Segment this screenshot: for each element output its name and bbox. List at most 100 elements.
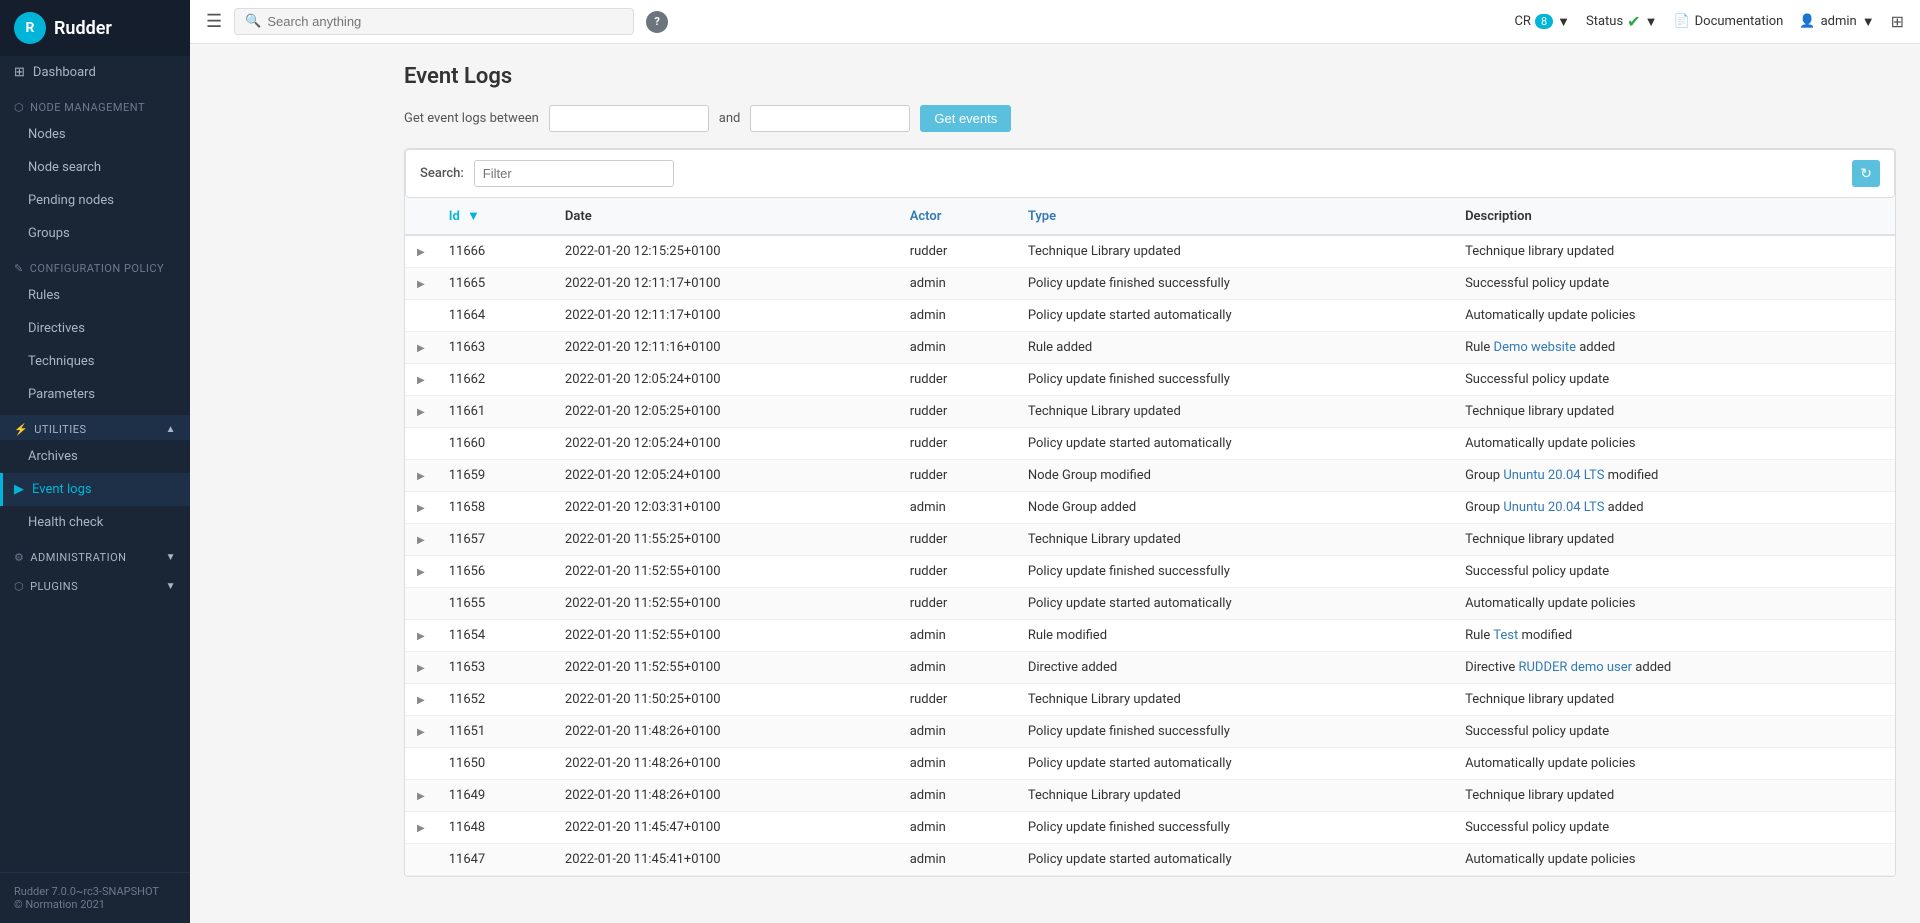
col-date[interactable]: Date — [553, 198, 898, 235]
row-date: 2022-01-20 11:50:25+0100 — [553, 684, 898, 716]
expand-arrow-icon[interactable]: ▶ — [417, 823, 425, 834]
event-logs-container: Search: ↻ Id ▼ Date Actor Type Descripti… — [404, 148, 1896, 877]
date-from-input[interactable] — [549, 105, 709, 132]
sidebar-item-directives[interactable]: Directives — [0, 312, 190, 345]
row-type: Technique Library updated — [1016, 235, 1453, 268]
expand-arrow-icon[interactable]: ▶ — [417, 695, 425, 706]
expand-arrow-icon[interactable]: ▶ — [417, 727, 425, 738]
row-description: Technique library updated — [1453, 524, 1895, 556]
expand-arrow-icon[interactable]: ▶ — [417, 567, 425, 578]
table-row: ▶116622022-01-20 12:05:24+0100rudderPoli… — [405, 364, 1895, 396]
row-type: Rule added — [1016, 332, 1453, 364]
expand-arrow-icon[interactable]: ▶ — [417, 535, 425, 546]
sidebar-item-pending-nodes[interactable]: Pending nodes — [0, 184, 190, 217]
hamburger-icon[interactable]: ☰ — [206, 11, 222, 32]
config-icon: ✎ — [14, 262, 24, 275]
table-row: 116602022-01-20 12:05:24+0100rudderPolic… — [405, 428, 1895, 460]
sidebar-item-label: Nodes — [28, 127, 66, 142]
status-check-icon: ✔ — [1627, 12, 1640, 31]
description-link[interactable]: RUDDER demo user — [1518, 660, 1632, 675]
row-actor: rudder — [898, 428, 1016, 460]
sidebar-item-health-check[interactable]: Health check — [0, 506, 190, 539]
table-row: ▶116662022-01-20 12:15:25+0100rudderTech… — [405, 235, 1895, 268]
description-link[interactable]: Ununtu 20.04 LTS — [1503, 468, 1604, 483]
admin-chevron-icon: ▼ — [1862, 14, 1875, 30]
row-id: 11661 — [437, 396, 553, 428]
col-actor[interactable]: Actor — [898, 198, 1016, 235]
row-date: 2022-01-20 12:11:16+0100 — [553, 332, 898, 364]
expand-col: ▶ — [405, 684, 437, 716]
row-description: Rule Demo website added — [1453, 332, 1895, 364]
expand-arrow-icon[interactable]: ▶ — [417, 279, 425, 290]
row-type: Technique Library updated — [1016, 684, 1453, 716]
expand-arrow-icon[interactable]: ▶ — [417, 471, 425, 482]
table-row: 116472022-01-20 11:45:41+0100adminPolicy… — [405, 844, 1895, 876]
row-type: Node Group modified — [1016, 460, 1453, 492]
expand-arrow-icon[interactable]: ▶ — [417, 343, 425, 354]
expand-arrow-icon[interactable]: ▶ — [417, 791, 425, 802]
row-id: 11651 — [437, 716, 553, 748]
expand-arrow-icon[interactable]: ▶ — [417, 407, 425, 418]
row-description: Technique library updated — [1453, 235, 1895, 268]
description-link[interactable]: Test — [1493, 628, 1518, 643]
help-button[interactable]: ? — [646, 11, 668, 33]
sidebar-item-dashboard[interactable]: ⊞ Dashboard — [0, 56, 190, 89]
sidebar-item-techniques[interactable]: Techniques — [0, 345, 190, 378]
expand-col: ▶ — [405, 652, 437, 684]
topbar-right: CR 8 ▼ Status ✔ ▼ 📄 Documentation 👤 admi… — [1514, 12, 1904, 31]
sidebar-item-rules[interactable]: Rules — [0, 279, 190, 312]
date-to-input[interactable] — [750, 105, 910, 132]
app-copyright: © Normation 2021 — [14, 898, 176, 911]
row-type: Technique Library updated — [1016, 396, 1453, 428]
row-actor: admin — [898, 780, 1016, 812]
table-search-bar: Search: ↻ — [405, 149, 1895, 198]
arrow-right-icon: ▶ — [14, 482, 24, 497]
table-row: 116552022-01-20 11:52:55+0100rudderPolic… — [405, 588, 1895, 620]
table-row: ▶116632022-01-20 12:11:16+0100adminRule … — [405, 332, 1895, 364]
description-link[interactable]: Ununtu 20.04 LTS — [1503, 500, 1604, 515]
expand-col: ▶ — [405, 780, 437, 812]
cr-button[interactable]: CR 8 ▼ — [1514, 14, 1570, 30]
user-icon: 👤 — [1799, 14, 1815, 29]
expand-arrow-icon[interactable]: ▶ — [417, 247, 425, 258]
row-date: 2022-01-20 12:03:31+0100 — [553, 492, 898, 524]
row-actor: rudder — [898, 588, 1016, 620]
expand-col — [405, 844, 437, 876]
row-type: Technique Library updated — [1016, 780, 1453, 812]
row-type: Node Group added — [1016, 492, 1453, 524]
row-type: Policy update finished successfully — [1016, 268, 1453, 300]
get-events-button[interactable]: Get events — [920, 105, 1011, 132]
sidebar-item-node-search[interactable]: Node search — [0, 151, 190, 184]
filter-input[interactable] — [474, 160, 674, 187]
expand-arrow-icon[interactable]: ▶ — [417, 631, 425, 642]
status-button[interactable]: Status ✔ ▼ — [1586, 12, 1657, 31]
col-description: Description — [1453, 198, 1895, 235]
expand-arrow-icon[interactable]: ▶ — [417, 375, 425, 386]
app-logo: R Rudder — [0, 0, 190, 56]
refresh-button[interactable]: ↻ — [1852, 160, 1880, 187]
expand-col — [405, 748, 437, 780]
row-type: Rule modified — [1016, 620, 1453, 652]
expand-arrow-icon[interactable]: ▶ — [417, 663, 425, 674]
sidebar-item-event-logs[interactable]: ▶ Event logs — [0, 473, 190, 506]
docs-button[interactable]: 📄 Documentation — [1673, 14, 1783, 29]
sidebar-item-archives[interactable]: Archives — [0, 440, 190, 473]
row-actor: rudder — [898, 684, 1016, 716]
grid-icon[interactable]: ⊞ — [1891, 12, 1904, 31]
table-row: ▶116522022-01-20 11:50:25+0100rudderTech… — [405, 684, 1895, 716]
sidebar-item-groups[interactable]: Groups — [0, 217, 190, 250]
expand-arrow-icon[interactable]: ▶ — [417, 503, 425, 514]
expand-col — [405, 428, 437, 460]
col-id[interactable]: Id ▼ — [437, 198, 553, 235]
sidebar-item-parameters[interactable]: Parameters — [0, 378, 190, 411]
col-type[interactable]: Type — [1016, 198, 1453, 235]
row-description: Technique library updated — [1453, 396, 1895, 428]
search-input[interactable] — [267, 14, 623, 29]
expand-col: ▶ — [405, 268, 437, 300]
description-link[interactable]: Demo website — [1494, 340, 1576, 355]
sidebar-section-plugins: ⬡ Plugins ▼ — [0, 572, 190, 597]
row-date: 2022-01-20 11:52:55+0100 — [553, 556, 898, 588]
sidebar-item-nodes[interactable]: Nodes — [0, 118, 190, 151]
admin-button[interactable]: 👤 admin ▼ — [1799, 14, 1874, 30]
plugins-icon: ⬡ — [14, 580, 24, 593]
